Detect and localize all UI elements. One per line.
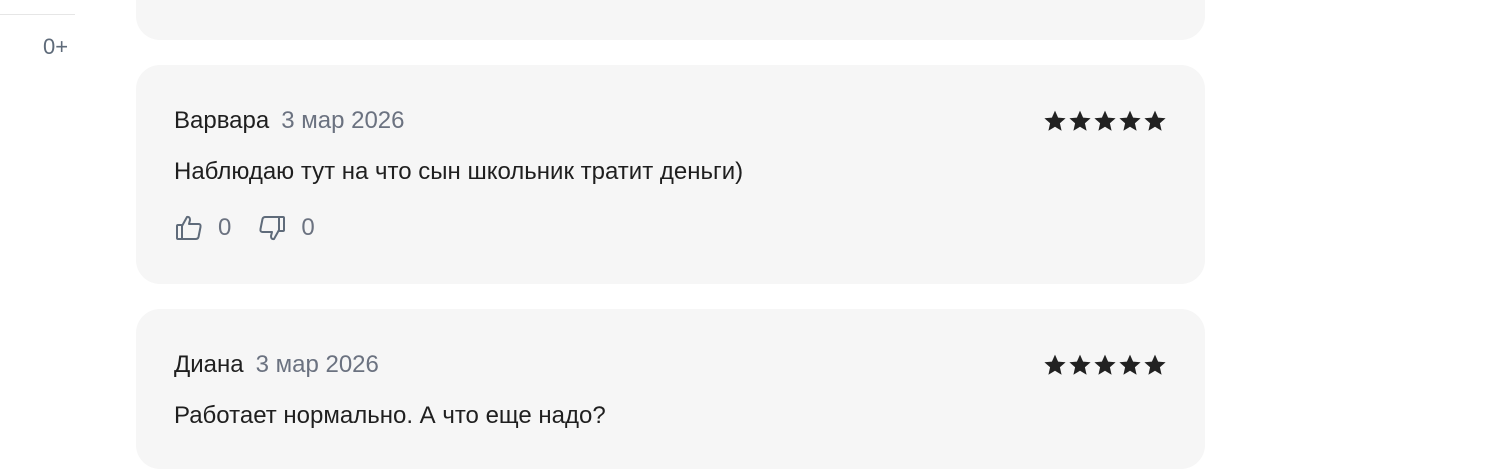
star-rating [1043,109,1167,133]
dislike-button[interactable]: 0 [257,213,315,243]
star-icon [1144,110,1166,131]
review-card: Варвара 3 мар 2026 Наблюдаю тут на что с… [136,65,1205,284]
sidebar-divider [0,14,75,15]
review-author: Диана [174,351,244,378]
star-icon [1144,354,1166,375]
review-card: Диана 3 мар 2026 Работает нормально. А ч… [136,309,1205,469]
star-icon [1119,110,1141,131]
dislike-count: 0 [301,214,315,241]
star-icon [1069,110,1091,131]
review-date: 3 мар 2026 [255,351,379,378]
thumbs-up-icon [176,215,202,240]
review-header: Диана 3 мар 2026 [174,351,379,379]
star-icon [1119,354,1141,375]
review-card-previous [136,0,1205,40]
like-button[interactable]: 0 [174,213,231,243]
star-icon [1044,354,1066,375]
age-rating-label: 0+ [43,34,69,59]
star-icon [1094,354,1116,375]
like-count: 0 [218,214,232,241]
review-header: Варвара 3 мар 2026 [174,107,405,135]
star-icon [1094,110,1116,131]
review-author: Варвара [174,107,270,134]
review-text: Работает нормально. А что еще надо? [174,402,606,429]
star-icon [1044,110,1066,131]
star-rating [1043,353,1167,377]
review-actions: 0 0 [174,213,315,243]
review-date: 3 мар 2026 [281,107,405,134]
thumbs-down-icon [259,216,286,241]
star-icon [1069,354,1091,375]
review-text: Наблюдаю тут на что сын школьник тратит … [174,158,744,185]
